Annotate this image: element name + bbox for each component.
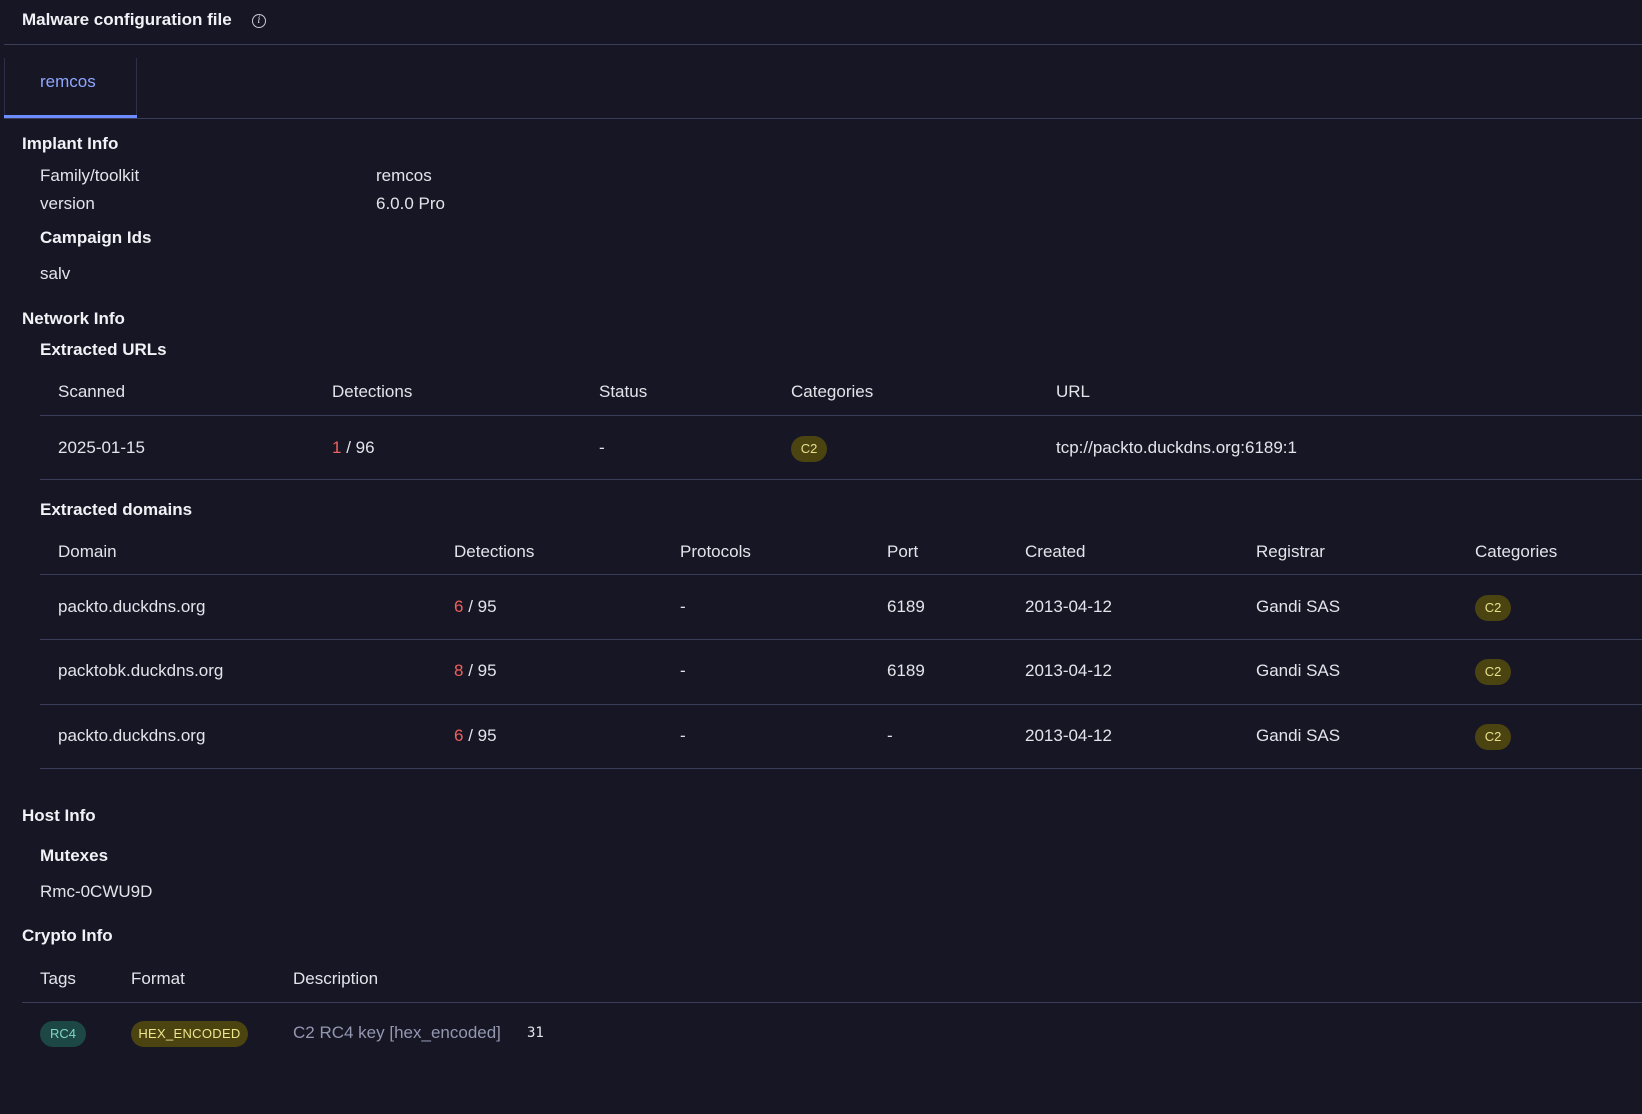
crypto-header-divider	[22, 1002, 1642, 1003]
domain-row-divider	[40, 639, 1642, 640]
domain-detection-total: / 95	[468, 597, 497, 616]
mutex-value: Rmc-0CWU9D	[40, 882, 153, 901]
urls-col-scanned: Scanned	[58, 382, 126, 401]
crypto-tag-badge: RC4	[40, 1021, 86, 1047]
campaign-ids-heading: Campaign Ids	[40, 228, 152, 247]
url-row-status: -	[599, 438, 605, 457]
url-detection-hits[interactable]: 1	[332, 438, 341, 457]
domain-row-divider	[40, 768, 1642, 769]
campaign-id: salv	[40, 264, 71, 283]
domains-col-protocols: Protocols	[680, 542, 751, 561]
mutexes-heading: Mutexes	[40, 846, 109, 865]
domain-detection-total: / 95	[468, 726, 497, 745]
domains-col-categories: Categories	[1475, 542, 1558, 561]
family-label: Family/toolkit	[40, 166, 140, 185]
urls-row-divider	[40, 479, 1642, 480]
extracted-domains-heading: Extracted domains	[40, 500, 193, 519]
urls-col-detections: Detections	[332, 382, 413, 401]
domains-col-detections: Detections	[454, 542, 535, 561]
crypto-description: C2 RC4 key [hex_encoded]	[293, 1023, 501, 1042]
version-value: 6.0.0 Pro	[376, 194, 445, 213]
domain-row-created: 2013-04-12	[1025, 661, 1112, 680]
domain-row-category-badge: C2	[1475, 659, 1511, 685]
domain-detection-hits[interactable]: 6	[454, 726, 463, 745]
crypto-info-heading: Crypto Info	[22, 926, 113, 945]
domain-row-registrar: Gandi SAS	[1256, 661, 1341, 680]
domain-row-registrar: Gandi SAS	[1256, 597, 1341, 616]
family-value: remcos	[376, 166, 432, 185]
domains-col-created: Created	[1025, 542, 1086, 561]
domain-detection-total: / 95	[468, 661, 497, 680]
urls-header-divider	[40, 415, 1642, 416]
domain-row-domain[interactable]: packto.duckdns.org	[58, 597, 205, 617]
domain-row-registrar: Gandi SAS	[1256, 726, 1341, 745]
domain-row-domain[interactable]: packtobk.duckdns.org	[58, 661, 223, 681]
crypto-key-size: 31	[527, 1025, 544, 1041]
crypto-col-format: Format	[131, 969, 185, 988]
version-label: version	[40, 194, 95, 213]
domain-row-protocols: -	[680, 661, 686, 680]
crypto-col-description: Description	[293, 969, 379, 988]
domains-col-registrar: Registrar	[1256, 542, 1325, 561]
domain-row-port: 6189	[887, 661, 925, 680]
domain-row-protocols: -	[680, 597, 686, 616]
domain-row-category-badge: C2	[1475, 595, 1511, 621]
url-row-category-badge: C2	[791, 436, 827, 462]
header-divider	[4, 44, 1642, 45]
domains-col-port: Port	[887, 542, 919, 561]
network-info-heading: Network Info	[22, 309, 125, 328]
crypto-format-badge: HEX_ENCODED	[131, 1021, 248, 1047]
domains-header-divider	[40, 574, 1642, 575]
domain-row-divider	[40, 704, 1642, 705]
domain-row-created: 2013-04-12	[1025, 597, 1112, 616]
domain-row-port: -	[887, 726, 893, 745]
tabs-divider	[4, 118, 1642, 119]
page-title: Malware configuration file	[22, 10, 232, 29]
host-info-heading: Host Info	[22, 806, 96, 825]
urls-col-status: Status	[599, 382, 648, 401]
domain-row-detections[interactable]: 6 / 95	[454, 726, 497, 746]
domain-row-port: 6189	[887, 597, 925, 616]
domain-row-detections[interactable]: 8 / 95	[454, 661, 497, 681]
url-row-detections[interactable]: 1 / 96	[332, 438, 375, 458]
implant-info-heading: Implant Info	[22, 134, 119, 153]
domain-detection-hits[interactable]: 8	[454, 661, 463, 680]
urls-col-categories: Categories	[791, 382, 874, 401]
urls-col-url: URL	[1056, 382, 1091, 401]
domain-row-category-badge: C2	[1475, 724, 1511, 750]
domain-row-detections[interactable]: 6 / 95	[454, 597, 497, 617]
domain-detection-hits[interactable]: 6	[454, 597, 463, 616]
url-row-scanned: 2025-01-15	[58, 438, 145, 457]
info-icon[interactable]: i	[252, 14, 266, 28]
domain-row-created: 2013-04-12	[1025, 726, 1112, 745]
tab-remcos-label[interactable]: remcos	[40, 72, 96, 92]
crypto-col-tags: Tags	[40, 969, 76, 988]
url-row-url[interactable]: tcp://packto.duckdns.org:6189:1	[1056, 438, 1297, 458]
domain-row-protocols: -	[680, 726, 686, 745]
url-detection-total: / 96	[346, 438, 375, 457]
domain-row-domain[interactable]: packto.duckdns.org	[58, 726, 205, 746]
domains-col-domain: Domain	[58, 542, 117, 561]
extracted-urls-heading: Extracted URLs	[40, 340, 167, 359]
